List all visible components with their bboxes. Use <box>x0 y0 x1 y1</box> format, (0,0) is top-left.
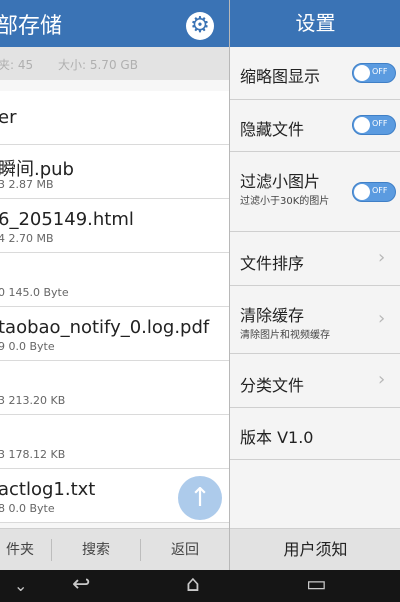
list-item[interactable]: 0 145.0 Byte <box>0 253 229 307</box>
file-meta: 3 178.12 KB <box>0 448 66 461</box>
setting-hidden-files[interactable]: 隐藏文件 OFF <box>230 100 400 152</box>
setting-clear-cache[interactable]: 清除缓存 清除图片和视频缓存 › <box>230 286 400 354</box>
folder-button[interactable]: 件夹 <box>0 529 50 570</box>
setting-sublabel: 清除图片和视频缓存 <box>240 330 330 341</box>
file-name: 6_205149.html <box>0 209 134 230</box>
toggle-state: OFF <box>372 186 388 195</box>
setting-version: 版本 V1.0 <box>230 408 400 460</box>
up-arrow-icon: ↑ <box>189 483 211 513</box>
setting-sublabel: 过滤小于30K的图片 <box>240 196 330 207</box>
back-button[interactable]: 返回 <box>141 529 229 570</box>
setting-filter-small-images[interactable]: 过滤小图片 过滤小于30K的图片 OFF <box>230 152 400 232</box>
setting-label: 过滤小图片 <box>240 172 321 191</box>
chevron-right-icon: › <box>378 369 386 390</box>
back-icon[interactable]: ↩ <box>72 572 90 597</box>
storage-size: 大小: 5.70 GB <box>58 58 138 72</box>
file-browser-header: 部存储 ⚙ <box>0 0 229 47</box>
list-item[interactable]: 瞬间.pub 3 2.87 MB <box>0 145 229 199</box>
settings-panel: 设置 缩略图显示 OFF 隐藏文件 OFF 过滤小图片 过滤小于30K的图片 O… <box>229 0 400 570</box>
setting-category-files[interactable]: 分类文件 › <box>230 354 400 408</box>
gear-icon: ⚙ <box>190 13 210 38</box>
home-icon[interactable]: ⌂ <box>186 572 200 597</box>
file-browser-panel: 部存储 ⚙ 夹: 45 大小: 5.70 GB er 瞬间.pub 3 2.87… <box>0 0 229 570</box>
file-meta: 9 0.0 Byte <box>0 340 55 353</box>
file-meta: 3 2.87 MB <box>0 178 54 191</box>
toggle-state: OFF <box>372 67 388 76</box>
file-browser-toolbar: 件夹 搜索 返回 <box>0 528 229 570</box>
file-name: er <box>0 107 17 128</box>
thumbnail-toggle[interactable]: OFF <box>352 63 396 83</box>
setting-label: 隐藏文件 <box>240 120 305 139</box>
setting-label: 缩略图显示 <box>240 67 321 86</box>
list-item[interactable]: 6_205149.html 4 2.70 MB <box>0 199 229 253</box>
version-label: 版本 V1.0 <box>240 428 314 447</box>
file-meta: 4 2.70 MB <box>0 232 54 245</box>
settings-button[interactable]: ⚙ <box>186 12 214 40</box>
chevron-down-icon[interactable]: ⌄ <box>14 576 27 595</box>
file-meta: 8 0.0 Byte <box>0 502 55 515</box>
list-item[interactable]: taobao_notify_0.log.pdf 9 0.0 Byte <box>0 307 229 361</box>
list-item[interactable]: er <box>0 91 229 145</box>
page-title: 部存储 <box>0 14 63 39</box>
file-name: taobao_notify_0.log.pdf <box>0 317 210 338</box>
filter-images-toggle[interactable]: OFF <box>352 182 396 202</box>
hidden-files-toggle[interactable]: OFF <box>352 115 396 135</box>
recent-apps-icon[interactable]: ▭ <box>306 572 327 597</box>
file-meta: 0 145.0 Byte <box>0 286 69 299</box>
list-item[interactable]: 3 178.12 KB <box>0 415 229 469</box>
setting-label: 分类文件 <box>240 376 305 395</box>
storage-summary: 夹: 45 大小: 5.70 GB <box>0 47 229 80</box>
settings-title: 设置 <box>230 0 400 47</box>
toggle-knob <box>354 117 370 133</box>
search-button[interactable]: 搜索 <box>52 529 140 570</box>
chevron-right-icon: › <box>378 308 386 329</box>
toggle-knob <box>354 65 370 81</box>
setting-file-sort[interactable]: 文件排序 › <box>230 232 400 286</box>
folder-count: 夹: 45 <box>0 58 34 72</box>
setting-label: 文件排序 <box>240 254 305 273</box>
toggle-knob <box>354 184 370 200</box>
setting-thumbnail-display[interactable]: 缩略图显示 OFF <box>230 47 400 100</box>
user-notice-button[interactable]: 用户须知 <box>230 528 400 570</box>
setting-label: 清除缓存 <box>240 306 305 325</box>
list-item[interactable]: 3 213.20 KB <box>0 361 229 415</box>
scroll-to-top-button[interactable]: ↑ <box>178 476 222 520</box>
chevron-right-icon: › <box>378 247 386 268</box>
system-navigation-bar: ⌄ ↩ ⌂ ▭ <box>0 570 400 602</box>
file-name: actlog1.txt <box>0 479 96 500</box>
file-meta: 3 213.20 KB <box>0 394 66 407</box>
toggle-state: OFF <box>372 119 388 128</box>
